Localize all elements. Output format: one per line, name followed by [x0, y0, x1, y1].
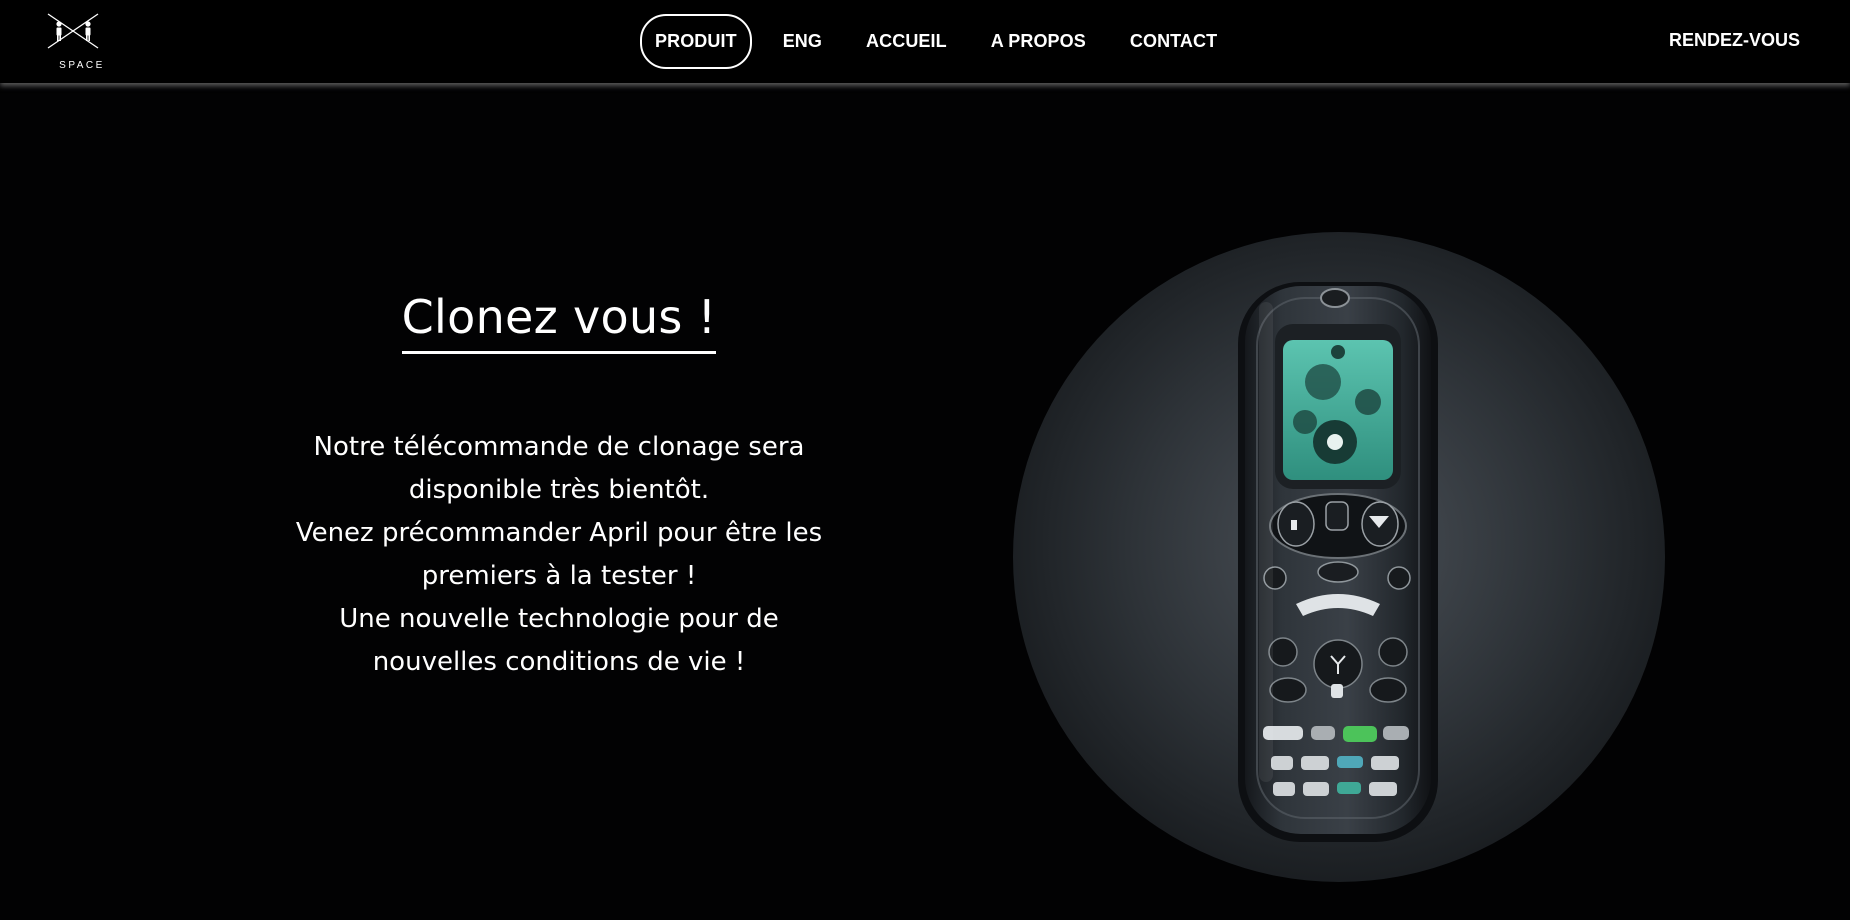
rendez-vous-link[interactable]: RENDEZ-VOUS	[1669, 30, 1800, 51]
hero-line: Une nouvelle technologie pour de	[339, 604, 779, 635]
nav-a-propos[interactable]: A PROPOS	[991, 31, 1086, 52]
product-image	[1013, 232, 1665, 882]
nav-eng[interactable]: ENG	[783, 31, 822, 52]
space-logo[interactable]: SPACE	[42, 10, 122, 74]
hero-line: Notre télécommande de clonage sera	[313, 432, 805, 463]
page: SPACE PRODUIT ENG ACCUEIL A PROPOS CONTA…	[0, 0, 1850, 920]
main-nav: PRODUIT ENG ACCUEIL A PROPOS CONTACT	[640, 13, 1217, 70]
hero-description: Notre télécommande de clonage sera dispo…	[230, 426, 888, 684]
remote-control-image	[1238, 282, 1438, 842]
hero-line: disponible très bientôt.	[408, 475, 710, 506]
hero-title: Clonez vous !	[401, 290, 717, 355]
nav-contact[interactable]: CONTACT	[1130, 31, 1217, 52]
hero-text-block: Clonez vous ! Notre télécommande de clon…	[230, 290, 888, 684]
nav-accueil[interactable]: ACCUEIL	[866, 31, 947, 52]
clone-logo-icon: SPACE	[47, 13, 105, 71]
nav-produit[interactable]: PRODUIT	[640, 14, 752, 69]
hero-line: nouvelles conditions de vie !	[372, 647, 746, 678]
hero-line: Venez précommander April pour être les	[295, 518, 823, 549]
top-navbar: SPACE PRODUIT ENG ACCUEIL A PROPOS CONTA…	[0, 0, 1850, 83]
hero-line: premiers à la tester !	[421, 561, 697, 592]
logo-wordmark: SPACE	[59, 60, 105, 71]
